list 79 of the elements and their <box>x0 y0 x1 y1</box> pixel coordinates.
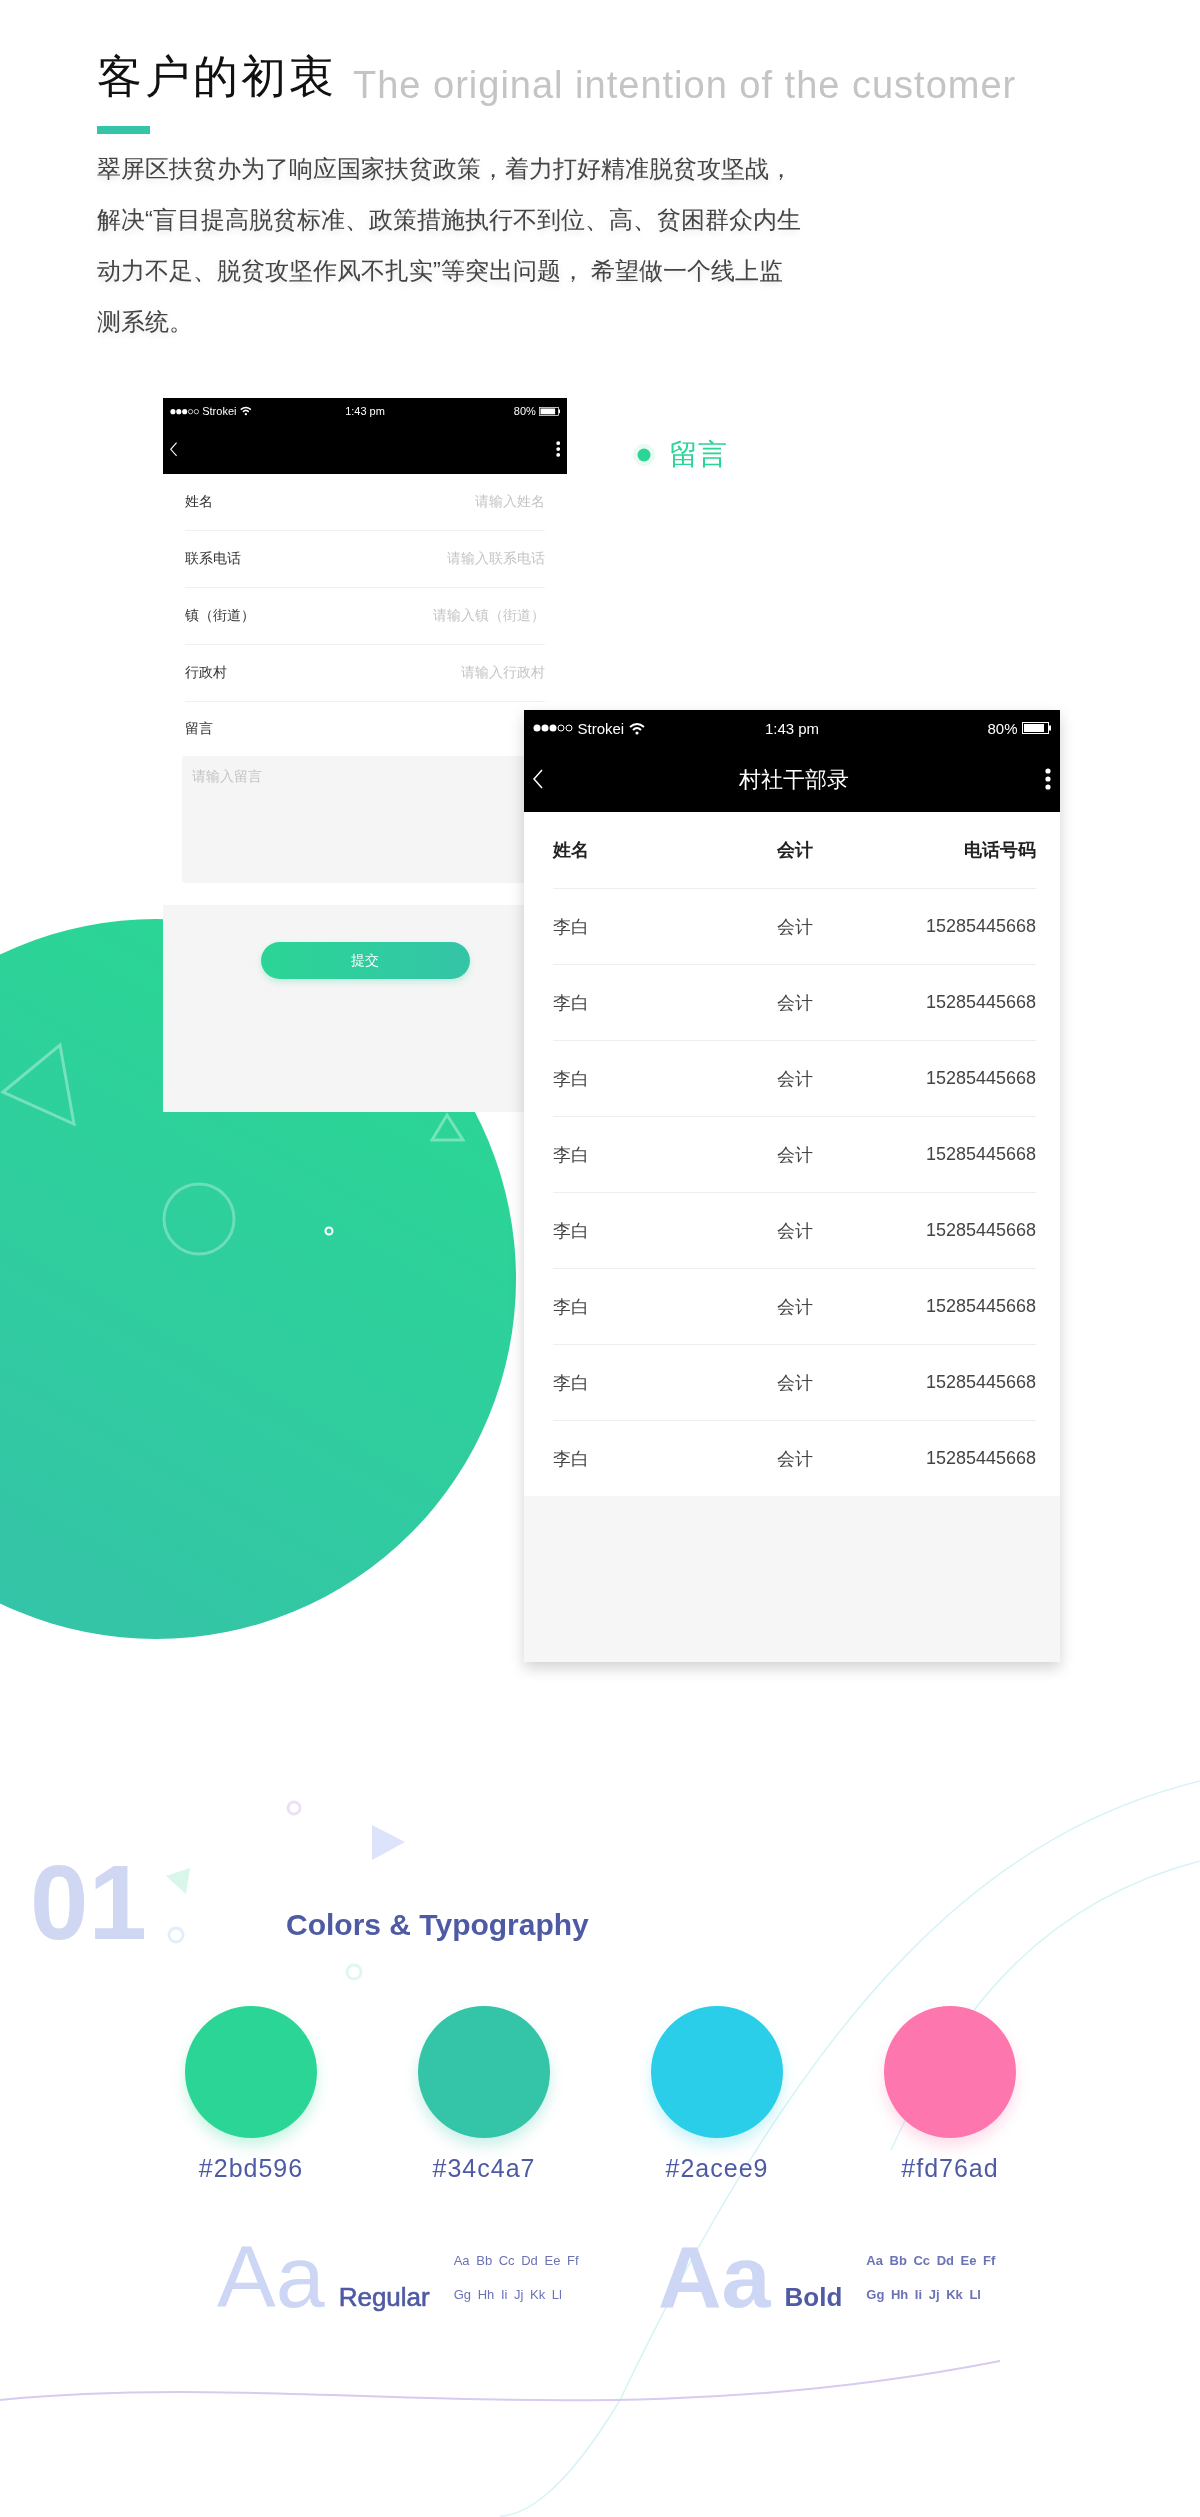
battery-icon <box>1022 722 1051 734</box>
carrier-name: Strokei <box>202 405 237 418</box>
battery-level: 80% <box>513 405 536 418</box>
table-cell-text: 15285445668 <box>924 1448 1036 1469</box>
table-cell-text: 15285445668 <box>924 1372 1036 1393</box>
table-cell-text: 15285445668 <box>924 1144 1036 1165</box>
table-cell-text: 15285445668 <box>924 1296 1036 1317</box>
submit-button[interactable]: 提交 <box>260 942 470 980</box>
triangle-icon <box>166 1868 190 1894</box>
triangle-icon <box>372 1825 405 1860</box>
table-cell-text: 会计 <box>775 915 814 939</box>
field-label: 行政村 <box>185 664 227 683</box>
table-cell-text: 李白 <box>553 915 590 939</box>
column-header: 姓名 <box>553 839 590 862</box>
color-code: #fd76ad <box>901 2154 999 2183</box>
table-cell-text: 李白 <box>553 1295 590 1319</box>
ring-icon <box>162 1182 236 1256</box>
status-time: 1:43 pm <box>764 719 820 737</box>
table-cell-text: 李白 <box>553 1143 590 1167</box>
battery-level: 80% <box>987 719 1018 737</box>
screen-title: 村社干部录 <box>739 765 849 794</box>
ring-icon <box>286 1800 302 1816</box>
input-field[interactable]: 请输入姓名 <box>475 493 545 512</box>
more-icon[interactable] <box>1045 768 1051 790</box>
font-weight-label: Regular <box>338 2281 430 2313</box>
table-cell-text: 李白 <box>553 1447 590 1471</box>
alphabet-sample: Aa Bb Cc Dd Ee Ff <box>866 2252 996 2268</box>
field-label: 留言 <box>185 719 213 739</box>
alphabet-sample: Aa Bb Cc Dd Ee Ff <box>453 2252 579 2268</box>
dot-icon <box>324 1226 334 1236</box>
column-header: 会计 <box>775 839 814 862</box>
table-cell-text: 会计 <box>775 1447 814 1471</box>
back-icon[interactable] <box>169 442 177 457</box>
status-time: 1:43 pm <box>345 405 385 418</box>
table-cell-text: 会计 <box>775 991 814 1015</box>
description-paragraph: 翠屏区扶贫办为了响应国家扶贫政策，着力打好精准脱贫攻坚战，解决“盲目提高脱贫标准、政策措施执行不到位、高、贫困群众内生动力不足、脱贫攻坚作风不扎实”等突出问题， 希望做一个线上监测系统。 <box>97 155 802 337</box>
accent-bar <box>97 126 150 134</box>
input-field[interactable]: 请输入行政村 <box>461 664 545 683</box>
signal-icon <box>169 407 199 415</box>
table-cell-text: 会计 <box>775 1219 814 1243</box>
carrier-name: Strokei <box>577 719 625 737</box>
wifi-icon <box>239 406 252 416</box>
more-icon[interactable] <box>556 441 561 458</box>
table-cell-text: 会计 <box>775 1067 814 1091</box>
triangle-outline-icon <box>430 1112 465 1142</box>
wifi-icon <box>628 721 645 735</box>
table-cell-text: 李白 <box>553 1219 590 1243</box>
table-cell-text: 15285445668 <box>924 1220 1036 1241</box>
column-header: 电话号码 <box>963 839 1036 862</box>
ring-icon <box>167 1926 185 1944</box>
font-weight-label: Bold <box>784 2281 843 2313</box>
table-cell-text: 李白 <box>553 1067 590 1091</box>
table-cell-text: 会计 <box>775 1143 814 1167</box>
callout-label: 留言 <box>669 437 727 472</box>
table-cell-text: 15285445668 <box>924 916 1036 937</box>
background-subtitle: The original intention of the customer <box>353 63 1017 108</box>
section-title: 客户的初衷 <box>97 50 337 104</box>
battery-icon <box>539 406 561 416</box>
triangle-outline-icon <box>0 1040 77 1128</box>
dot-icon <box>632 443 656 467</box>
color-code: #34c4a7 <box>432 2154 536 2183</box>
table-cell-text: 会计 <box>775 1295 814 1319</box>
color-code: #2acee9 <box>665 2154 769 2183</box>
alphabet-sample: Gg Hh Ii Jj Kk Ll <box>453 2286 563 2302</box>
table-cell-text: 李白 <box>553 1371 590 1395</box>
signal-icon <box>533 723 573 733</box>
field-label: 镇（街道） <box>185 607 255 626</box>
field-label: 联系电话 <box>185 550 241 569</box>
section-heading: Colors & Typography <box>286 1907 589 1943</box>
table-cell-text: 李白 <box>553 991 590 1015</box>
table-cell-text: 会计 <box>775 1371 814 1395</box>
back-icon[interactable] <box>533 769 543 789</box>
color-code: #2bd596 <box>198 2154 304 2183</box>
alphabet-sample: Gg Hh Ii Jj Kk Ll <box>866 2286 982 2302</box>
table-cell-text: 15285445668 <box>924 1068 1036 1089</box>
input-field[interactable]: 请输入联系电话 <box>447 550 545 569</box>
table-cell-text: 15285445668 <box>924 992 1036 1013</box>
ring-icon <box>345 1963 363 1981</box>
field-label: 姓名 <box>185 493 213 512</box>
